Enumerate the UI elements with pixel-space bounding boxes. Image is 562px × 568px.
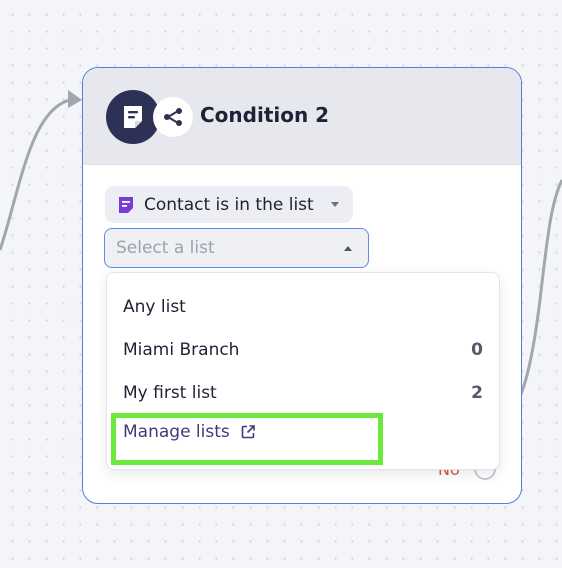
manage-lists-label: Manage lists: [123, 422, 230, 442]
list-option-count: 2: [471, 383, 483, 403]
share-icon: [153, 97, 193, 137]
list-select-placeholder: Select a list: [116, 238, 215, 258]
list-dropdown-menu: Any list Miami Branch 0 My first list 2 …: [106, 272, 500, 470]
node-header: Condition 2: [83, 68, 521, 165]
list-option-my-first-list[interactable]: My first list 2: [107, 373, 499, 413]
list-select[interactable]: Select a list: [104, 228, 369, 268]
condition-label: Contact is in the list: [144, 194, 314, 215]
incoming-connector: [0, 98, 71, 251]
caret-up-icon: [344, 245, 352, 251]
list-option-label: My first list: [123, 383, 217, 403]
list-option-label: Miami Branch: [123, 340, 240, 360]
manage-lists-link[interactable]: Manage lists: [123, 422, 256, 442]
node-title: Condition 2: [200, 103, 330, 127]
condition-type-dropdown[interactable]: Contact is in the list: [105, 186, 353, 223]
note-icon: [117, 196, 135, 214]
note-icon: [106, 90, 160, 144]
caret-down-icon: [331, 202, 339, 207]
list-option-count: 0: [471, 340, 483, 360]
incoming-arrow-head: [68, 90, 82, 108]
list-option-any[interactable]: Any list: [107, 287, 499, 327]
external-link-icon: [240, 424, 256, 440]
list-option-miami-branch[interactable]: Miami Branch 0: [107, 330, 499, 370]
list-option-label: Any list: [123, 297, 186, 317]
